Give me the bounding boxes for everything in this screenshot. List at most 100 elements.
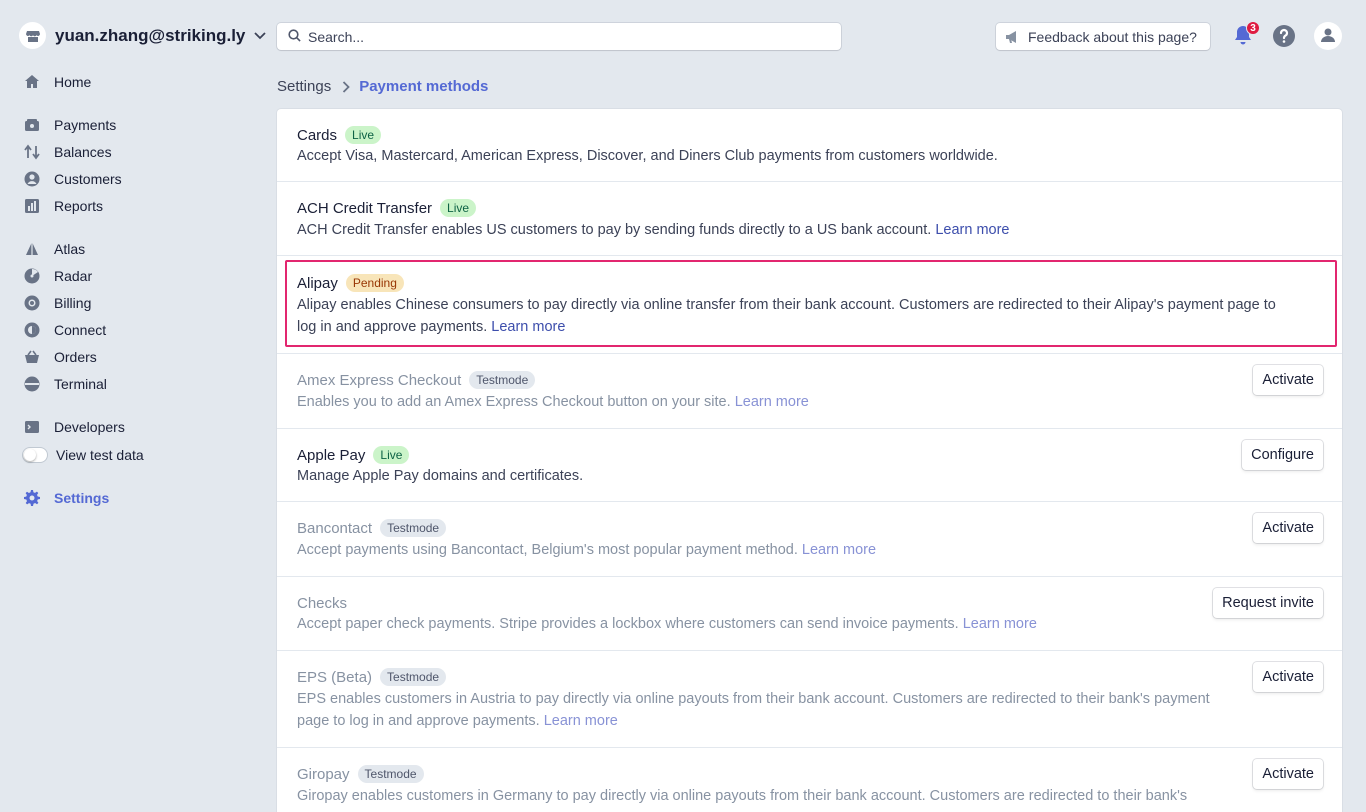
method-description: Alipay enables Chinese consumers to pay … bbox=[297, 297, 1276, 335]
chevron-right-icon bbox=[342, 80, 350, 93]
nav-home[interactable]: Home bbox=[24, 72, 91, 92]
breadcrumb: Settings Payment methods bbox=[277, 78, 488, 95]
sidebar: yuan.zhang@striking.ly Home Payments Bal… bbox=[0, 0, 267, 812]
activate-button[interactable]: Activate bbox=[1253, 365, 1323, 395]
status-badge: Pending bbox=[345, 274, 404, 292]
payment-method-row-cards: Cards Live Accept Visa, Mastercard, Amer… bbox=[277, 109, 1342, 182]
payment-method-row-alipay: Alipay Pending Alipay enables Chinese co… bbox=[277, 256, 1342, 354]
user-circle-icon bbox=[24, 171, 40, 187]
payment-method-row-checks: Checks Accept paper check payments. Stri… bbox=[277, 577, 1342, 651]
bar-chart-icon bbox=[24, 198, 40, 214]
method-description: EPS enables customers in Austria to pay … bbox=[297, 691, 1210, 729]
search-bar[interactable] bbox=[277, 23, 841, 50]
account-switcher[interactable]: yuan.zhang@striking.ly bbox=[19, 22, 267, 49]
nav-terminal-label: Terminal bbox=[54, 376, 107, 392]
activate-button[interactable]: Activate bbox=[1253, 759, 1323, 789]
nav-radar[interactable]: Radar bbox=[24, 266, 92, 286]
avatar[interactable] bbox=[1314, 22, 1342, 50]
method-description: Accept paper check payments. Stripe prov… bbox=[297, 616, 959, 632]
nav-home-label: Home bbox=[54, 74, 92, 90]
store-icon bbox=[19, 22, 46, 49]
method-name: Alipay bbox=[297, 274, 338, 292]
method-name: Checks bbox=[297, 594, 348, 612]
feedback-button[interactable]: Feedback about this page? bbox=[996, 23, 1210, 50]
breadcrumb-settings-link[interactable]: Settings bbox=[277, 78, 331, 95]
search-icon bbox=[288, 28, 301, 45]
nav-connect-label: Connect bbox=[54, 322, 107, 338]
toggle-switch[interactable] bbox=[22, 447, 48, 463]
request-invite-button[interactable]: Request invite bbox=[1213, 588, 1323, 618]
nav-customers-label: Customers bbox=[54, 171, 122, 187]
nav-orders-label: Orders bbox=[54, 349, 97, 365]
nav-balances[interactable]: Balances bbox=[24, 142, 112, 162]
account-name: yuan.zhang@striking.ly bbox=[55, 25, 246, 45]
nav-developers[interactable]: Developers bbox=[24, 417, 125, 437]
nav-balances-label: Balances bbox=[54, 144, 112, 160]
method-name: Apple Pay bbox=[297, 446, 366, 464]
nav-connect[interactable]: Connect bbox=[24, 320, 106, 340]
nav-settings-label: Settings bbox=[54, 490, 110, 506]
payment-method-row-bancontact: Bancontact Testmode Accept payments usin… bbox=[277, 502, 1342, 577]
question-icon bbox=[1272, 25, 1296, 51]
help-button[interactable] bbox=[1272, 24, 1296, 48]
nav-customers[interactable]: Customers bbox=[24, 169, 122, 189]
method-name: Bancontact bbox=[297, 519, 373, 537]
nav-developers-label: Developers bbox=[54, 419, 125, 435]
basket-icon bbox=[24, 349, 40, 365]
view-test-data-toggle[interactable]: View test data bbox=[22, 445, 144, 465]
status-badge: Testmode bbox=[357, 765, 424, 783]
atlas-icon bbox=[24, 241, 40, 257]
learn-more-link[interactable]: Learn more bbox=[735, 394, 809, 410]
status-badge: Testmode bbox=[380, 668, 447, 686]
learn-more-link[interactable]: Learn more bbox=[935, 222, 1009, 238]
nav-settings[interactable]: Settings bbox=[24, 488, 109, 508]
feedback-label: Feedback about this page? bbox=[1028, 28, 1197, 45]
notifications-button[interactable]: 3 bbox=[1233, 21, 1260, 49]
learn-more-link[interactable]: Learn more bbox=[963, 616, 1037, 632]
nav-payments-label: Payments bbox=[54, 117, 117, 133]
nav-payments[interactable]: Payments bbox=[24, 115, 116, 135]
page-title: Payment methods bbox=[359, 78, 489, 95]
learn-more-link[interactable]: Learn more bbox=[802, 542, 876, 558]
method-name: Amex Express Checkout bbox=[297, 371, 462, 389]
payment-method-row-eps: EPS (Beta) Testmode EPS enables customer… bbox=[277, 651, 1342, 748]
chevron-down-icon bbox=[254, 31, 267, 40]
transfer-arrows-icon bbox=[24, 144, 40, 160]
payment-methods-list: Cards Live Accept Visa, Mastercard, Amer… bbox=[277, 109, 1342, 812]
bell-icon bbox=[1233, 26, 1253, 49]
megaphone-icon bbox=[1005, 30, 1021, 44]
activate-button[interactable]: Activate bbox=[1253, 513, 1323, 543]
nav-billing[interactable]: Billing bbox=[24, 293, 91, 313]
payment-method-row-amex-express-checkout: Amex Express Checkout Testmode Enables y… bbox=[277, 354, 1342, 429]
view-test-data-label: View test data bbox=[56, 447, 144, 463]
wallet-icon bbox=[24, 117, 40, 133]
console-icon bbox=[24, 419, 40, 435]
method-name: Giropay bbox=[297, 765, 350, 783]
nav-billing-label: Billing bbox=[54, 295, 92, 311]
nav-reports[interactable]: Reports bbox=[24, 196, 103, 216]
method-description: Manage Apple Pay domains and certificate… bbox=[297, 468, 584, 484]
configure-button[interactable]: Configure bbox=[1242, 440, 1323, 470]
terminal-icon bbox=[24, 376, 40, 392]
method-description: Giropay enables customers in Germany to … bbox=[297, 788, 1188, 804]
nav-orders[interactable]: Orders bbox=[24, 347, 97, 367]
status-badge: Testmode bbox=[380, 519, 447, 537]
user-icon bbox=[1320, 27, 1336, 46]
method-description: Enables you to add an Amex Express Check… bbox=[297, 394, 731, 410]
learn-more-link[interactable]: Learn more bbox=[491, 319, 565, 335]
home-icon bbox=[24, 74, 40, 90]
radar-icon bbox=[24, 268, 40, 284]
status-badge: Testmode bbox=[469, 371, 536, 389]
payment-method-row-giropay: Giropay Testmode Giropay enables custome… bbox=[277, 748, 1342, 812]
status-badge: Live bbox=[440, 199, 477, 217]
search-input[interactable] bbox=[308, 28, 808, 45]
billing-icon bbox=[24, 295, 40, 311]
activate-button[interactable]: Activate bbox=[1253, 662, 1323, 692]
learn-more-link[interactable]: Learn more bbox=[544, 713, 618, 729]
gear-icon bbox=[24, 490, 40, 506]
nav-atlas[interactable]: Atlas bbox=[24, 239, 85, 259]
status-badge: Live bbox=[373, 446, 410, 464]
nav-atlas-label: Atlas bbox=[54, 241, 86, 257]
method-name: EPS (Beta) bbox=[297, 668, 373, 686]
nav-terminal[interactable]: Terminal bbox=[24, 374, 107, 394]
